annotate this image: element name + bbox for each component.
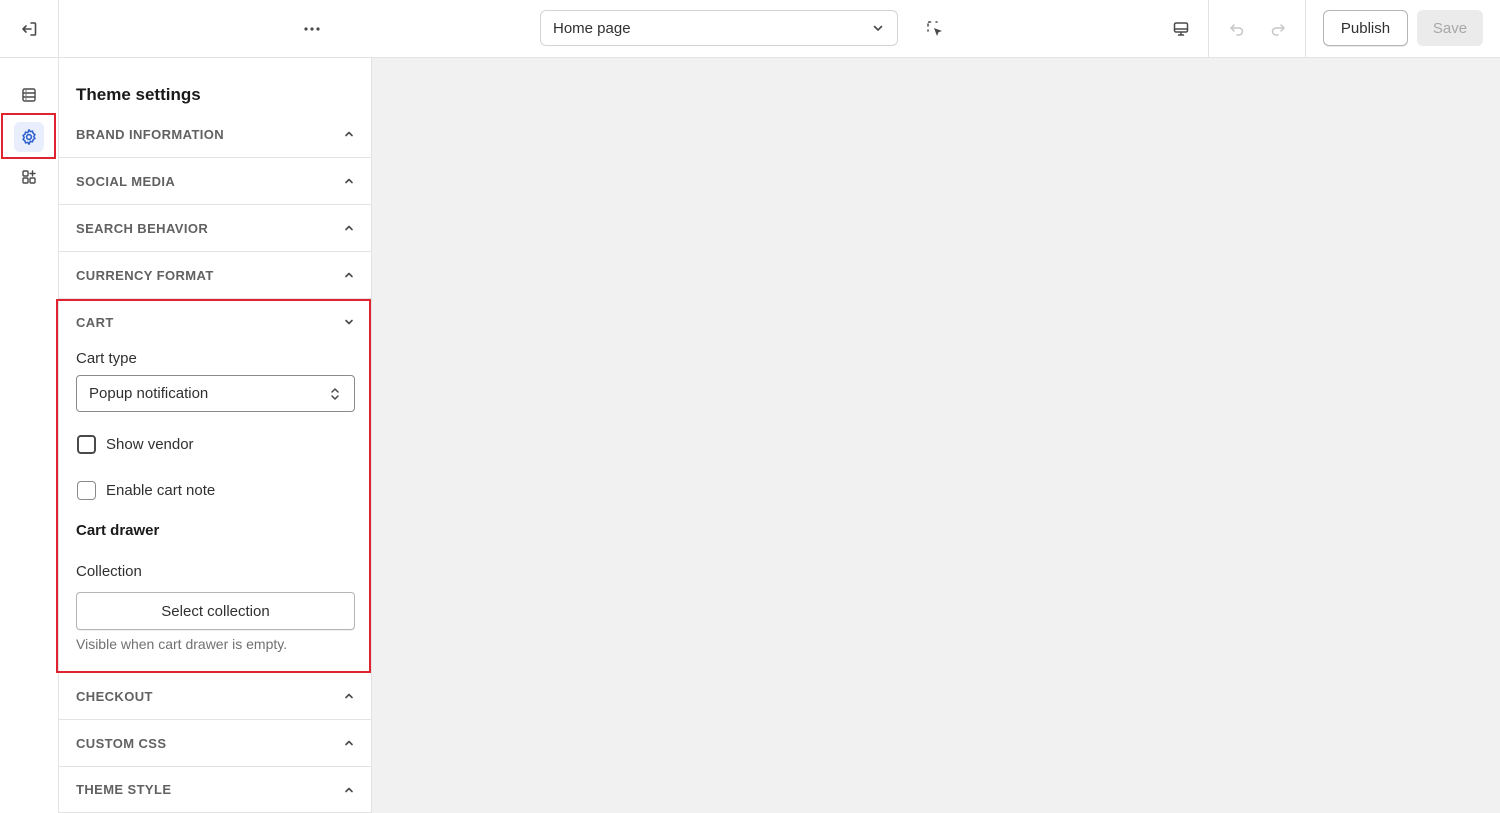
rail-item-theme-settings[interactable]: [14, 122, 44, 152]
cart-type-label: Cart type: [76, 350, 137, 367]
accordion-label: BRAND INFORMATION: [76, 126, 225, 142]
accordion-cart[interactable]: CART: [59, 299, 372, 346]
cart-type-select[interactable]: Popup notification: [76, 375, 355, 412]
chevron-up-icon: [345, 693, 353, 699]
chevron-up-icon: [345, 131, 353, 137]
theme-settings-panel: Theme settings BRAND INFORMATION SOCIAL …: [59, 58, 372, 813]
page-selector-value: Home page: [553, 19, 631, 37]
accordion-label: CURRENCY FORMAT: [76, 267, 214, 283]
chevron-up-icon: [345, 225, 353, 231]
accordion-label: CUSTOM CSS: [76, 735, 167, 751]
chevron-down-icon: [345, 319, 353, 325]
inspect-cursor-icon: [927, 21, 942, 36]
inspect-button[interactable]: [920, 14, 950, 44]
exit-button[interactable]: [0, 0, 59, 57]
accordion-label: CHECKOUT: [76, 688, 153, 704]
enable-cart-note-option[interactable]: Enable cart note: [77, 480, 215, 500]
cart-type-value: Popup notification: [89, 385, 209, 402]
redo-icon: [1271, 24, 1285, 36]
chevron-down-icon: [873, 25, 883, 31]
cart-drawer-heading: Cart drawer: [76, 522, 160, 539]
save-button[interactable]: Save: [1417, 10, 1483, 46]
collection-help-text: Visible when cart drawer is empty.: [76, 636, 288, 652]
accordion-checkout[interactable]: CHECKOUT: [59, 672, 372, 720]
show-vendor-checkbox[interactable]: [77, 434, 96, 454]
chevron-up-icon: [345, 740, 353, 746]
page-selector[interactable]: Home page: [540, 10, 898, 46]
left-rail: [0, 58, 59, 813]
desktop-icon: [1173, 22, 1189, 36]
redo-button[interactable]: [1263, 14, 1293, 44]
top-bar: Home page Publish Save: [0, 0, 1500, 58]
enable-cart-note-checkbox[interactable]: [77, 480, 96, 500]
apps-icon: [22, 170, 36, 184]
rail-item-apps[interactable]: [14, 162, 44, 192]
rail-item-sections[interactable]: [14, 80, 44, 110]
gear-icon: [22, 129, 36, 145]
more-horizontal-icon: [304, 27, 320, 31]
chevron-up-icon: [345, 178, 353, 184]
undo-icon: [1230, 24, 1244, 36]
accordion-social-media[interactable]: SOCIAL MEDIA: [59, 158, 372, 205]
accordion-theme-style[interactable]: THEME STYLE: [59, 767, 372, 813]
chevron-up-icon: [345, 787, 353, 793]
undo-button[interactable]: [1222, 14, 1252, 44]
select-updown-icon: [331, 388, 339, 400]
more-actions-button[interactable]: [292, 14, 332, 44]
show-vendor-label: Show vendor: [106, 435, 194, 453]
accordion-custom-css[interactable]: CUSTOM CSS: [59, 720, 372, 767]
accordion-brand-information[interactable]: BRAND INFORMATION: [59, 111, 372, 158]
exit-icon: [22, 21, 37, 36]
sections-icon: [22, 88, 36, 102]
show-vendor-option[interactable]: Show vendor: [77, 434, 194, 454]
accordion-currency-format[interactable]: CURRENCY FORMAT: [59, 252, 372, 299]
accordion-label: SEARCH BEHAVIOR: [76, 220, 209, 236]
accordion-label: CART: [76, 315, 114, 330]
preview-canvas[interactable]: [373, 58, 1500, 813]
accordion-label: THEME STYLE: [76, 782, 172, 797]
enable-cart-note-label: Enable cart note: [106, 481, 216, 499]
accordion-search-behavior[interactable]: SEARCH BEHAVIOR: [59, 205, 372, 252]
chevron-up-icon: [345, 272, 353, 278]
publish-button[interactable]: Publish: [1323, 10, 1408, 46]
select-collection-button[interactable]: Select collection: [76, 592, 355, 630]
collection-label: Collection: [76, 563, 142, 580]
panel-title: Theme settings: [76, 85, 201, 104]
toolbar-divider: [1305, 0, 1306, 57]
toolbar-divider: [1208, 0, 1209, 57]
device-preview-button[interactable]: [1166, 14, 1196, 44]
accordion-label: SOCIAL MEDIA: [76, 173, 176, 189]
